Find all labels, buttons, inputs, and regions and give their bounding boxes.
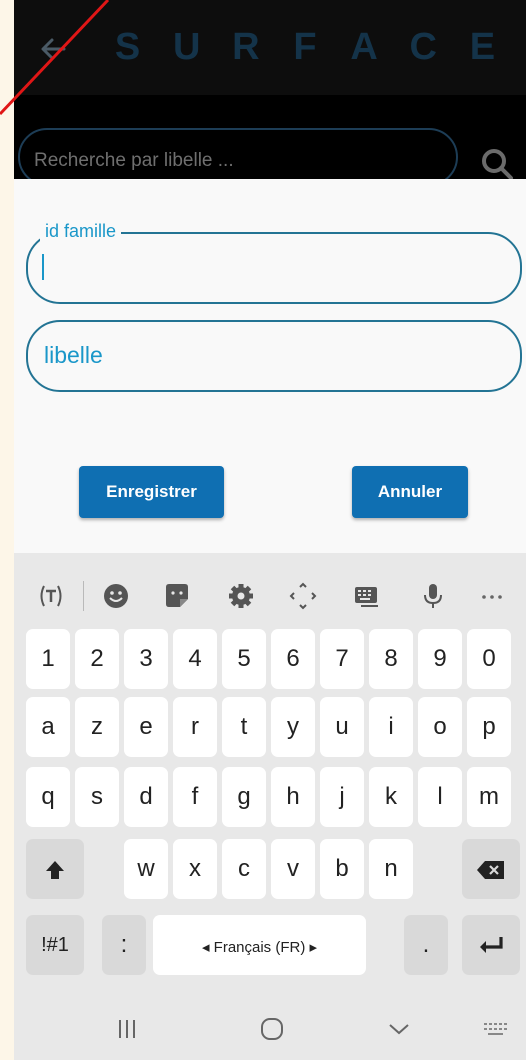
period-key[interactable]: . — [404, 915, 448, 975]
cancel-button[interactable]: Annuler — [352, 466, 468, 518]
save-button[interactable]: Enregistrer — [79, 466, 224, 518]
key-x[interactable]: x — [173, 839, 217, 899]
space-key[interactable]: ◂ Français (FR) ▸ — [153, 915, 366, 975]
key-k[interactable]: k — [369, 767, 413, 827]
title-letter: C — [409, 26, 437, 68]
more-icon[interactable] — [477, 581, 507, 611]
search-placeholder: Recherche par libelle ... — [34, 150, 234, 171]
key-f[interactable]: f — [173, 767, 217, 827]
title-letter: A — [350, 26, 378, 68]
search-icon[interactable] — [480, 147, 514, 179]
text-recognition-icon[interactable] — [36, 581, 66, 611]
shift-key[interactable] — [26, 839, 84, 899]
key-o[interactable]: o — [418, 697, 462, 757]
keyboard-layout-icon[interactable] — [352, 581, 382, 611]
phone-screen: S U R F A C E Recherche par libelle ... … — [14, 0, 526, 1060]
home-icon[interactable] — [259, 1014, 285, 1044]
title-letter: U — [172, 26, 201, 68]
keyboard-toolbar — [14, 553, 526, 633]
enter-key[interactable] — [462, 915, 520, 975]
title-letter: R — [232, 26, 260, 68]
key-z[interactable]: z — [75, 697, 119, 757]
key-4[interactable]: 4 — [173, 629, 217, 689]
key-2[interactable]: 2 — [75, 629, 119, 689]
sticker-icon[interactable] — [162, 581, 192, 611]
key-m[interactable]: m — [467, 767, 511, 827]
toolbar-divider — [83, 581, 84, 611]
back-arrow-icon[interactable] — [38, 34, 68, 64]
enter-icon — [480, 936, 503, 953]
key-5[interactable]: 5 — [222, 629, 266, 689]
key-3[interactable]: 3 — [124, 629, 168, 689]
key-r[interactable]: r — [173, 697, 217, 757]
app-bar: S U R F A C E — [14, 0, 526, 95]
key-b[interactable]: b — [320, 839, 364, 899]
cursor-move-icon[interactable] — [288, 581, 318, 611]
microphone-icon[interactable] — [418, 581, 448, 611]
system-navbar — [14, 1000, 526, 1060]
form-panel: id famille libelle Enregistrer Annuler — [14, 179, 526, 553]
soft-keyboard: 1 2 3 4 5 6 7 8 9 0 a z e r t y u i o p … — [14, 553, 526, 1000]
search-bar: Recherche par libelle ... — [14, 95, 526, 179]
key-e[interactable]: e — [124, 697, 168, 757]
id-famille-field[interactable] — [26, 232, 522, 304]
space-lang-right-arrow: ▸ — [305, 939, 318, 956]
title-letter: S — [114, 26, 141, 68]
backspace-key[interactable] — [462, 839, 520, 899]
key-h[interactable]: h — [271, 767, 315, 827]
text-cursor — [42, 254, 44, 280]
shift-icon — [46, 860, 64, 879]
key-0[interactable]: 0 — [467, 629, 511, 689]
key-6[interactable]: 6 — [271, 629, 315, 689]
key-1[interactable]: 1 — [26, 629, 70, 689]
libelle-field[interactable]: libelle — [26, 320, 522, 392]
hide-keyboard-icon[interactable] — [386, 1014, 412, 1044]
key-9[interactable]: 9 — [418, 629, 462, 689]
key-g[interactable]: g — [222, 767, 266, 827]
key-a[interactable]: a — [26, 697, 70, 757]
key-d[interactable]: d — [124, 767, 168, 827]
key-s[interactable]: s — [75, 767, 119, 827]
emoji-icon[interactable] — [101, 581, 131, 611]
app-title: S U R F A C E — [98, 26, 526, 69]
key-j[interactable]: j — [320, 767, 364, 827]
key-c[interactable]: c — [222, 839, 266, 899]
key-7[interactable]: 7 — [320, 629, 364, 689]
recent-apps-icon[interactable] — [116, 1014, 138, 1044]
colon-key[interactable]: : — [102, 915, 146, 975]
key-q[interactable]: q — [26, 767, 70, 827]
title-letter: E — [469, 26, 496, 68]
key-v[interactable]: v — [271, 839, 315, 899]
key-y[interactable]: y — [271, 697, 315, 757]
key-8[interactable]: 8 — [369, 629, 413, 689]
key-l[interactable]: l — [418, 767, 462, 827]
title-letter: F — [293, 26, 317, 68]
keyboard-switch-icon[interactable] — [482, 1014, 508, 1044]
key-u[interactable]: u — [320, 697, 364, 757]
key-p[interactable]: p — [467, 697, 511, 757]
key-n[interactable]: n — [369, 839, 413, 899]
language-label: Français (FR) — [213, 939, 306, 956]
settings-icon[interactable] — [226, 581, 256, 611]
key-i[interactable]: i — [369, 697, 413, 757]
id-famille-label: id famille — [40, 221, 122, 242]
symbols-key[interactable]: !#1 — [26, 915, 84, 975]
backspace-icon — [477, 860, 504, 879]
key-w[interactable]: w — [124, 839, 168, 899]
key-t[interactable]: t — [222, 697, 266, 757]
space-lang-left-arrow: ◂ — [201, 939, 214, 956]
libelle-placeholder: libelle — [44, 342, 103, 368]
